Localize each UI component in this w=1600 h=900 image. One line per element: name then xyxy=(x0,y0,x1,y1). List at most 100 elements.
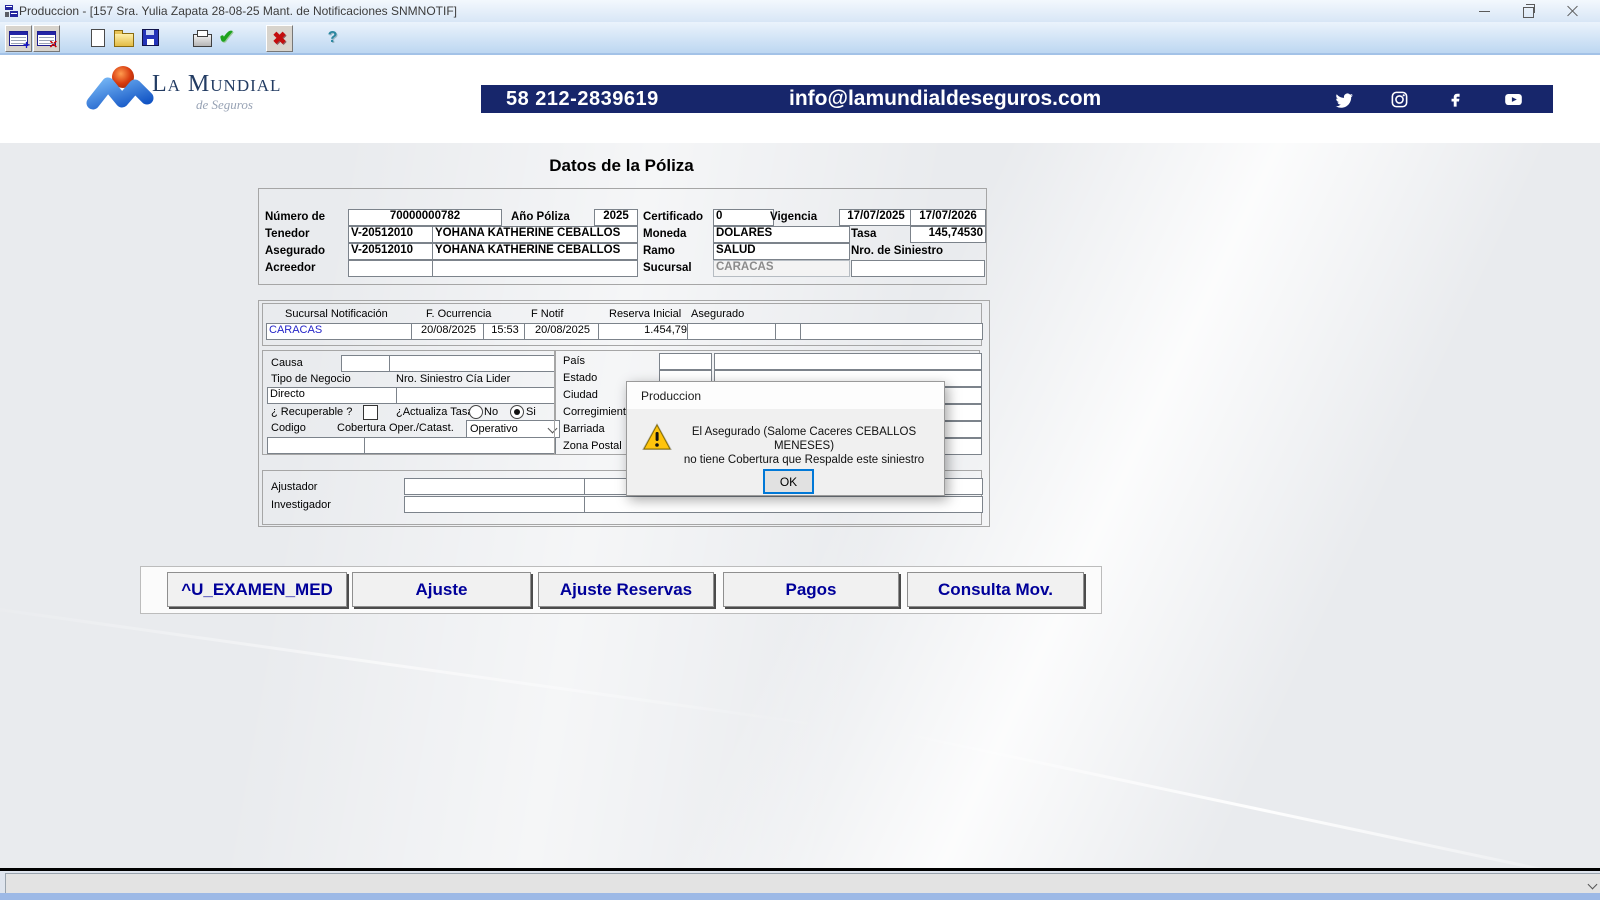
dialog-title: Produccion xyxy=(641,389,701,403)
cobertura-value: Operativo xyxy=(470,422,518,436)
pais-field[interactable] xyxy=(714,353,982,370)
asegurado-code-field[interactable] xyxy=(775,323,802,340)
examen-med-button[interactable]: ^U_EXAMEN_MED xyxy=(167,572,347,607)
anio-label: Año Póliza xyxy=(511,211,570,224)
print-icon xyxy=(193,34,212,47)
new-document-button[interactable] xyxy=(85,25,110,50)
causa-code-field[interactable] xyxy=(341,355,391,372)
codigo-label: Codigo xyxy=(271,422,306,435)
ciudad-label: Ciudad xyxy=(563,389,598,402)
print-button[interactable] xyxy=(190,25,215,50)
close-button[interactable] xyxy=(1550,0,1594,22)
add-record-button[interactable]: + xyxy=(5,25,32,52)
help-button[interactable]: ? xyxy=(320,25,345,50)
vigencia-hasta-field[interactable]: 17/07/2026 xyxy=(910,209,986,226)
actualiza-si-radio[interactable] xyxy=(510,405,524,419)
sucursal-notif-field[interactable]: CARACAS xyxy=(266,323,412,340)
confirm-button[interactable]: ✔ xyxy=(214,25,239,50)
dialog-message-line2: no tiene Cobertura que Respalde este sin… xyxy=(671,453,937,467)
actualiza-no-radio[interactable] xyxy=(469,405,483,419)
tasa-field[interactable]: 145,74530 xyxy=(910,226,986,243)
background-swoosh xyxy=(888,729,1600,868)
consulta-mov-button[interactable]: Consulta Mov. xyxy=(907,572,1084,607)
tasa-label: Tasa xyxy=(851,228,876,241)
cancel-button[interactable]: ✖ xyxy=(266,25,293,52)
sucursal-field: CARACAS xyxy=(713,260,850,277)
moneda-field[interactable]: DOLARES xyxy=(713,226,850,243)
cia-lider-field[interactable] xyxy=(396,387,555,404)
chevron-down-icon xyxy=(1588,879,1598,889)
window-title: Produccion - [157 Sra. Yulia Zapata 28-0… xyxy=(19,4,457,18)
pagos-button[interactable]: Pagos xyxy=(723,572,899,607)
tenedor-id-field[interactable]: V-20512010 xyxy=(348,226,435,243)
save-icon xyxy=(142,29,159,46)
reserva-field[interactable]: 1.454,79 xyxy=(598,323,690,340)
tipo-negocio-field[interactable]: Directo xyxy=(267,387,401,404)
cross-icon: ✕ xyxy=(49,39,58,51)
delete-record-button[interactable]: ✕ xyxy=(33,25,60,52)
acreedor-label: Acreedor xyxy=(265,262,316,275)
contact-email: info@lamundialdeseguros.com xyxy=(789,87,1101,111)
investigador-label: Investigador xyxy=(271,499,331,512)
cobertura-desc-field[interactable] xyxy=(364,437,556,454)
status-combobox[interactable] xyxy=(5,873,1600,895)
ajuste-reservas-button[interactable]: Ajuste Reservas xyxy=(538,572,714,607)
help-icon: ? xyxy=(328,29,338,47)
anio-field[interactable]: 2025 xyxy=(594,209,638,226)
tipo-negocio-label: Tipo de Negocio xyxy=(271,373,351,386)
twitter-icon xyxy=(1334,90,1353,109)
open-file-button[interactable] xyxy=(111,25,136,50)
acreedor-nombre-field[interactable] xyxy=(432,260,638,277)
acreedor-id-field[interactable] xyxy=(348,260,435,277)
dialog-titlebar: Produccion xyxy=(627,382,944,409)
facebook-icon xyxy=(1446,90,1465,109)
company-logo-text: La Mundial xyxy=(152,71,281,98)
check-icon: ✔ xyxy=(219,26,235,49)
toolbar: + ✕ ✔ ✖ ? xyxy=(0,22,1600,55)
warning-dialog: Produccion El Asegurado (Salome Caceres … xyxy=(626,381,945,496)
codigo-field[interactable] xyxy=(267,437,366,454)
actualiza-tasa-label: ¿Actualiza Tasa xyxy=(396,406,473,419)
ajustador-code-field[interactable] xyxy=(404,478,585,495)
siniestro-field[interactable] xyxy=(851,260,985,277)
policy-panel: Número de 70000000782 Año Póliza 2025 Ce… xyxy=(258,188,987,285)
pais-code-field[interactable] xyxy=(659,353,712,370)
cobertura-dropdown[interactable]: Operativo xyxy=(466,420,560,438)
save-button[interactable] xyxy=(138,25,163,50)
minimize-button[interactable] xyxy=(1462,0,1506,22)
numero-label: Número de xyxy=(265,211,325,224)
f-notif-field[interactable]: 20/08/2025 xyxy=(524,323,601,340)
close-icon xyxy=(1566,5,1578,17)
add-record-icon: + xyxy=(9,31,28,46)
action-button-strip: ^U_EXAMEN_MED Ajuste Ajuste Reservas Pag… xyxy=(140,566,1102,614)
f-ocurrencia-label: F. Ocurrencia xyxy=(426,308,491,321)
new-document-icon xyxy=(91,29,105,47)
investigador-code-field[interactable] xyxy=(404,496,585,513)
certificado-field[interactable]: 0 xyxy=(713,209,774,226)
ramo-field[interactable]: SALUD xyxy=(713,243,850,260)
hora-field[interactable]: 15:53 xyxy=(483,323,527,340)
asegurado-name-field[interactable] xyxy=(800,323,983,340)
contact-bar: 58 212-2839619 info@lamundialdeseguros.c… xyxy=(481,85,1553,113)
tenedor-label: Tenedor xyxy=(265,228,310,241)
f-ocurrencia-field[interactable]: 20/08/2025 xyxy=(411,323,486,340)
plus-icon: + xyxy=(23,39,30,51)
asegurado-id-field[interactable]: V-20512010 xyxy=(348,243,435,260)
header-band: La Mundial de Seguros 58 212-2839619 inf… xyxy=(0,55,1600,143)
numero-field[interactable]: 70000000782 xyxy=(348,209,502,226)
instagram-icon xyxy=(1390,90,1409,109)
restore-button[interactable] xyxy=(1506,0,1550,22)
asegurado-notif-field[interactable] xyxy=(687,323,778,340)
ok-button[interactable]: OK xyxy=(763,469,814,494)
restore-icon xyxy=(1523,7,1534,18)
vigencia-desde-field[interactable]: 17/07/2025 xyxy=(839,209,913,226)
investigador-name-field[interactable] xyxy=(584,496,983,513)
cia-lider-label: Nro. Siniestro Cía Lider xyxy=(396,373,510,386)
causa-desc-field[interactable] xyxy=(389,355,555,372)
asegurado-nombre-field[interactable]: YOHANA KATHERINE CEBALLOS xyxy=(432,243,638,260)
tenedor-nombre-field[interactable]: YOHANA KATHERINE CEBALLOS xyxy=(432,226,638,243)
pais-label: País xyxy=(563,355,585,368)
ajuste-button[interactable]: Ajuste xyxy=(352,572,531,607)
recuperable-checkbox[interactable] xyxy=(363,405,378,420)
page-title: Datos de la Póliza xyxy=(258,156,985,176)
